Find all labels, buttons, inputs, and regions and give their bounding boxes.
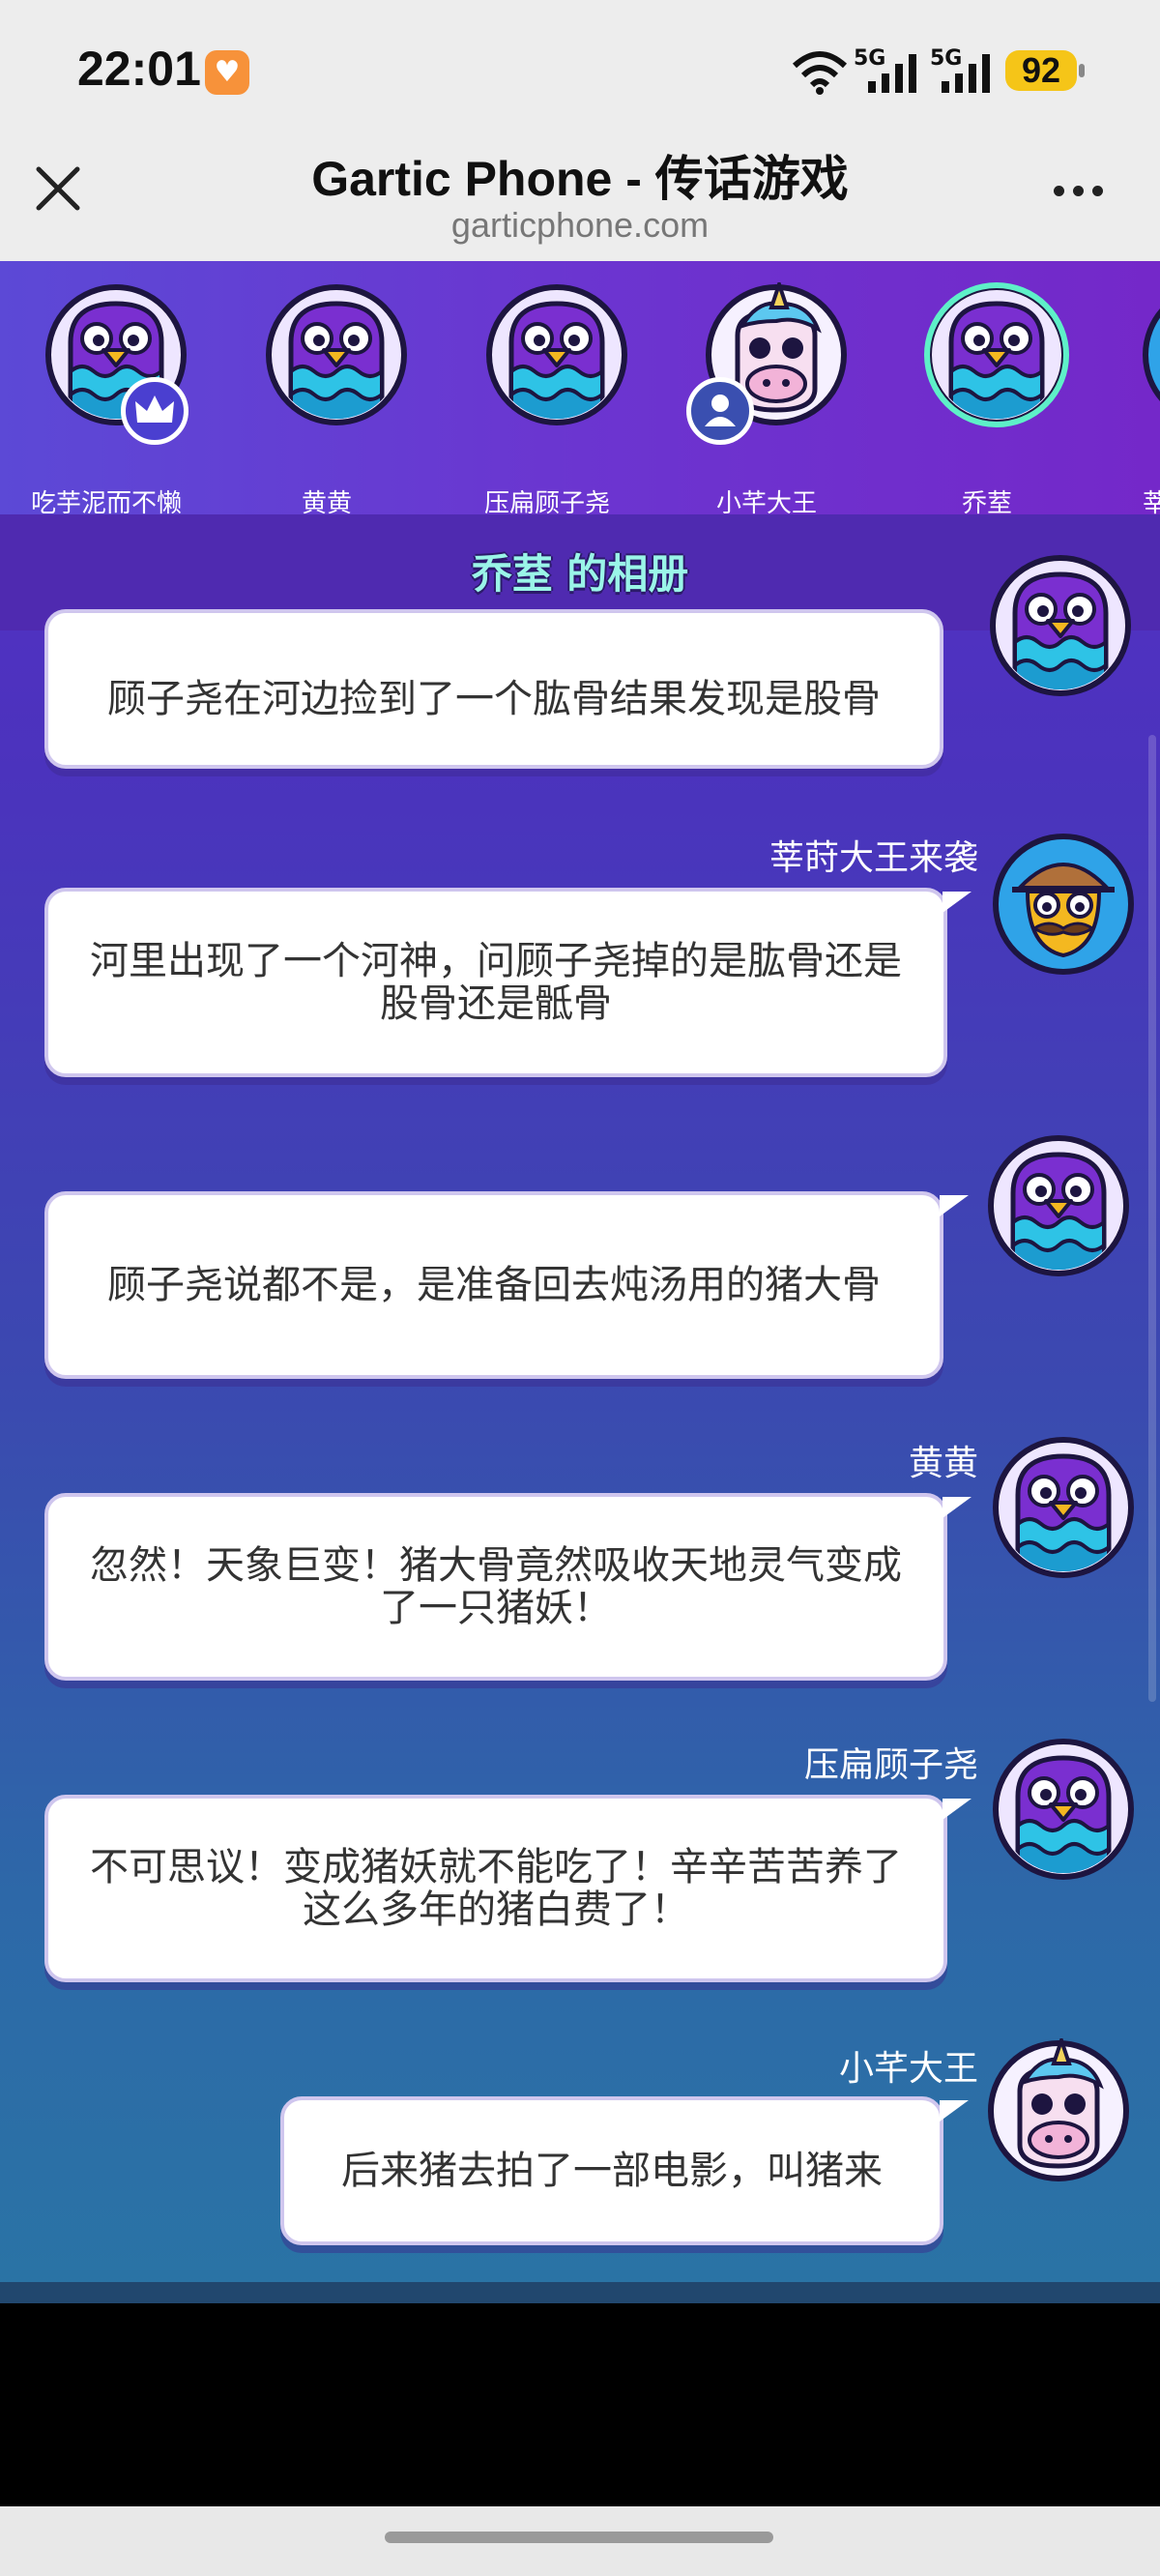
battery-tip xyxy=(1079,64,1085,77)
game-area: 吃芋泥而不懒 黄黄 压扁顾子尧 小芊大王 乔荎 莘 乔荎 的相册 顾子尧在河边捡… xyxy=(0,261,1160,2303)
message-bubble: 忽然！天象巨变！猪大骨竟然吸收天地灵气变成了一只猪妖！ xyxy=(44,1493,947,1681)
bubble-tail xyxy=(942,1497,972,1518)
player-item[interactable]: 黄黄 xyxy=(235,282,419,514)
sender-name: 压扁顾子尧 xyxy=(803,1745,978,1785)
browser-header: 22:01 ♥ 5G 5G 92 Gartic Phone - 传话游戏 gar… xyxy=(0,0,1160,261)
message-bubble: 顾子尧说都不是，是准备回去炖汤用的猪大骨 xyxy=(44,1191,943,1379)
message-bubble: 不可思议！变成猪妖就不能吃了！辛辛苦苦养了这么多年的猪白费了！ xyxy=(44,1795,947,1982)
cellular-signal-icon xyxy=(868,54,916,93)
bubble-tail xyxy=(940,2100,969,2122)
partial-avatar xyxy=(1143,308,1160,401)
purple-bird-avatar xyxy=(484,282,629,427)
player-name: 吃芋泥而不懒 xyxy=(30,489,182,514)
crown-icon xyxy=(121,377,188,445)
system-navigation-bar xyxy=(0,2506,1160,2576)
purple-bird-avatar xyxy=(986,1133,1131,1278)
page-url: garticphone.com xyxy=(450,205,710,245)
message-bubble: 河里出现了一个河神，问顾子尧掉的是肱骨还是股骨还是骶骨 xyxy=(44,888,947,1077)
player-item-selected[interactable]: 乔荎 xyxy=(895,282,1079,514)
selected-ring xyxy=(924,282,1069,427)
more-options-icon[interactable] xyxy=(1044,174,1112,203)
purple-bird-avatar xyxy=(991,1435,1136,1580)
purple-bird-avatar xyxy=(991,1737,1136,1882)
battery-level: 92 xyxy=(1005,50,1077,91)
bubble-tail xyxy=(942,1799,972,1820)
app-notification-icon: ♥ xyxy=(205,50,249,95)
player-list: 吃芋泥而不懒 黄黄 压扁顾子尧 小芊大王 乔荎 莘 xyxy=(0,261,1160,514)
player-name: 莘 xyxy=(1142,489,1160,514)
player-item[interactable]: 压扁顾子尧 xyxy=(455,282,639,514)
player-item[interactable]: 莘 xyxy=(1112,282,1160,514)
player-name: 压扁顾子尧 xyxy=(483,489,610,514)
message-bubble: 后来猪去拍了一部电影，叫猪来 xyxy=(280,2096,943,2245)
player-item[interactable]: 吃芋泥而不懒 xyxy=(14,282,198,514)
close-icon[interactable] xyxy=(29,160,87,218)
clock: 22:01 xyxy=(77,42,201,96)
scrollbar[interactable] xyxy=(1148,735,1156,1702)
sender-name: 黄黄 xyxy=(908,1444,978,1483)
bubble-tail xyxy=(942,892,972,913)
page-title: Gartic Phone - 传话游戏 xyxy=(311,152,849,206)
bubble-tail xyxy=(940,1195,969,1216)
message-bubble: 顾子尧在河边捡到了一个肱骨结果发现是股骨 xyxy=(44,609,943,769)
album-title: 乔荎 的相册 xyxy=(471,550,689,598)
wifi-icon xyxy=(792,51,848,95)
player-item[interactable]: 小芊大王 xyxy=(675,282,858,514)
status-bar: 22:01 ♥ 5G 5G 92 xyxy=(0,0,1160,145)
player-name: 小芊大王 xyxy=(715,489,817,514)
detective-duck-avatar xyxy=(991,832,1136,977)
purple-bird-avatar xyxy=(988,553,1133,698)
sender-name: 莘莳大王来袭 xyxy=(768,838,978,878)
unicorn-avatar xyxy=(986,2038,1131,2183)
home-indicator[interactable] xyxy=(385,2532,773,2543)
cellular-signal-icon-2 xyxy=(942,54,990,93)
user-icon xyxy=(686,377,754,445)
purple-bird-avatar xyxy=(264,282,409,427)
player-name: 黄黄 xyxy=(301,489,352,514)
game-footer-strip xyxy=(0,2282,1160,2303)
sender-name: 小芊大王 xyxy=(838,2049,978,2089)
